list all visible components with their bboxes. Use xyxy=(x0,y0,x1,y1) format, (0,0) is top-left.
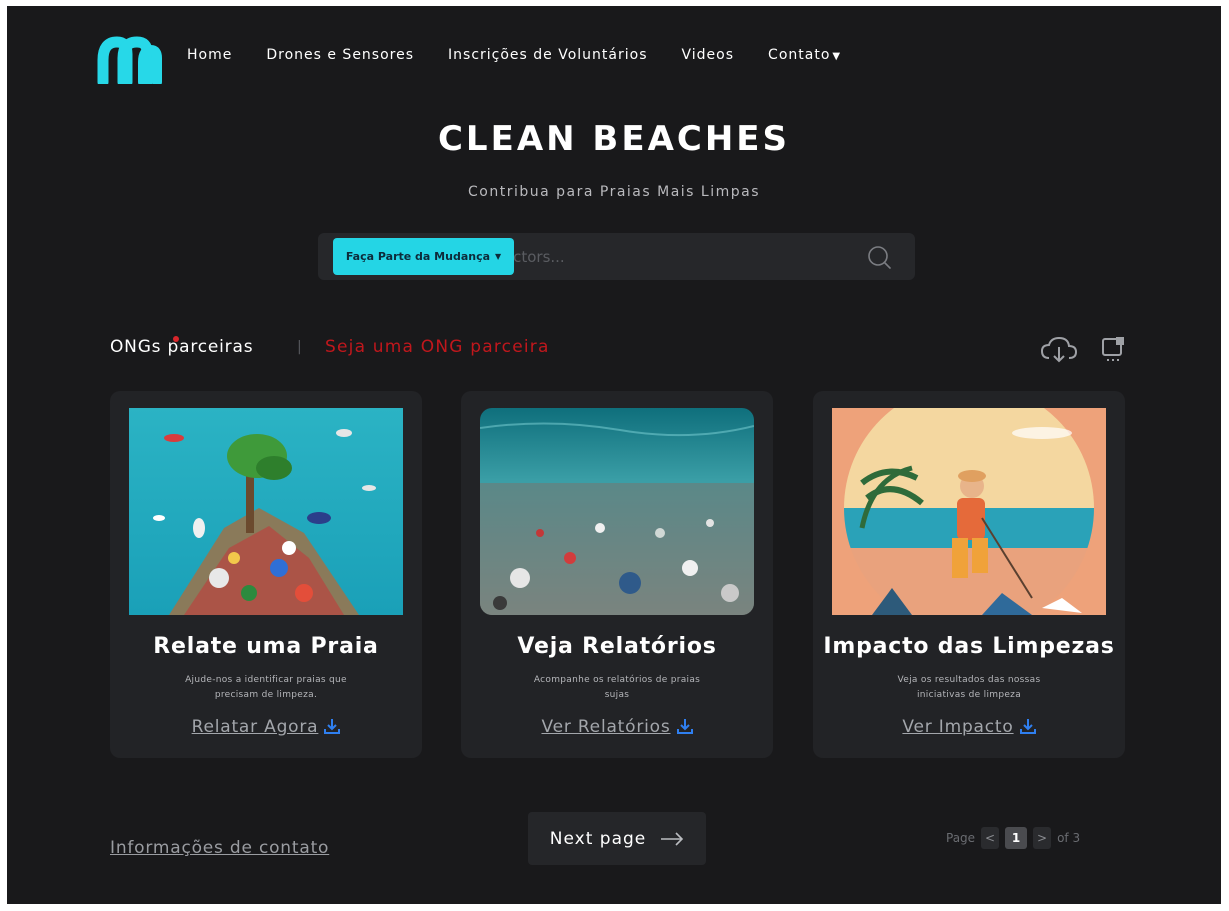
search-input[interactable] xyxy=(495,245,855,269)
card-title: Relate uma Praia xyxy=(153,634,379,659)
card-description: Veja os resultados das nossas iniciativa… xyxy=(897,675,1041,700)
caret-down-icon: ▼ xyxy=(832,51,842,62)
pager-prefix: Page xyxy=(946,831,976,845)
nav-home[interactable]: Home xyxy=(187,44,232,68)
cast-screen-icon[interactable] xyxy=(1097,334,1129,366)
join-change-dropdown-button[interactable]: Faça Parte da Mudança ▼ xyxy=(333,238,514,275)
logo[interactable] xyxy=(97,36,163,84)
card-title: Impacto das Limpezas xyxy=(823,634,1115,659)
download-icon xyxy=(1019,719,1036,734)
notification-dot xyxy=(173,336,179,342)
nav-contato-label: Contato xyxy=(768,47,831,63)
underwater-trash-image xyxy=(480,408,754,615)
card-title: Veja Relatórios xyxy=(517,634,717,659)
nav-inscricoes-voluntarios[interactable]: Inscrições de Voluntários xyxy=(448,44,647,68)
app-frame: Home Drones e Sensores Inscrições de Vol… xyxy=(7,6,1221,904)
download-icon xyxy=(324,719,341,734)
search-icon[interactable] xyxy=(866,244,892,270)
next-page-button[interactable]: Next page xyxy=(528,812,706,865)
page-title: CLEAN BEACHES xyxy=(437,119,791,159)
card-report-beach: Relate uma Praia Ajude-nos a identificar… xyxy=(110,391,422,758)
view-reports-link[interactable]: Ver Relatórios xyxy=(461,717,773,737)
contact-info-link[interactable]: Informações de contato xyxy=(110,838,329,858)
card-link-label: Ver Impacto xyxy=(902,717,1014,737)
prev-page-button[interactable]: < xyxy=(981,827,1000,849)
nav-contato[interactable]: Contato ▼ xyxy=(768,44,841,68)
report-now-link[interactable]: Relatar Agora xyxy=(110,717,422,737)
nav-videos[interactable]: Videos xyxy=(682,44,735,68)
cta-label: Faça Parte da Mudança xyxy=(345,250,491,263)
next-page-arrow-button[interactable]: > xyxy=(1033,827,1052,849)
card-link-label: Ver Relatórios xyxy=(541,717,671,737)
trash-tree-image xyxy=(129,408,403,615)
nav-drones-sensores[interactable]: Drones e Sensores xyxy=(266,44,414,68)
card-description: Acompanhe os relatórios de praias sujas xyxy=(533,675,701,700)
arrow-right-icon xyxy=(661,831,684,846)
card-description: Ajude-nos a identificar praias que preci… xyxy=(185,675,347,700)
partner-ngos-label[interactable]: ONGs parceiras xyxy=(110,337,253,357)
pagination: Page < 1 > of 3 xyxy=(946,827,1080,849)
divider: | xyxy=(297,339,302,355)
card-view-reports: Veja Relatórios Acompanhe os relatórios … xyxy=(461,391,773,758)
pager-suffix: of 3 xyxy=(1057,831,1081,845)
caret-down-icon: ▼ xyxy=(495,252,502,261)
download-icon xyxy=(676,719,693,734)
card-link-label: Relatar Agora xyxy=(191,717,319,737)
main-nav: Home Drones e Sensores Inscrições de Vol… xyxy=(187,44,875,68)
next-page-label: Next page xyxy=(549,828,647,849)
current-page[interactable]: 1 xyxy=(1005,827,1028,849)
page-subtitle: Contribua para Praias Mais Limpas xyxy=(467,184,760,200)
beach-cleanup-illustration xyxy=(832,408,1106,615)
view-impact-link[interactable]: Ver Impacto xyxy=(813,717,1125,737)
card-cleanup-impact: Impacto das Limpezas Veja os resultados … xyxy=(813,391,1125,758)
become-partner-link[interactable]: Seja uma ONG parceira xyxy=(325,337,550,357)
cloud-download-icon[interactable] xyxy=(1039,334,1079,366)
